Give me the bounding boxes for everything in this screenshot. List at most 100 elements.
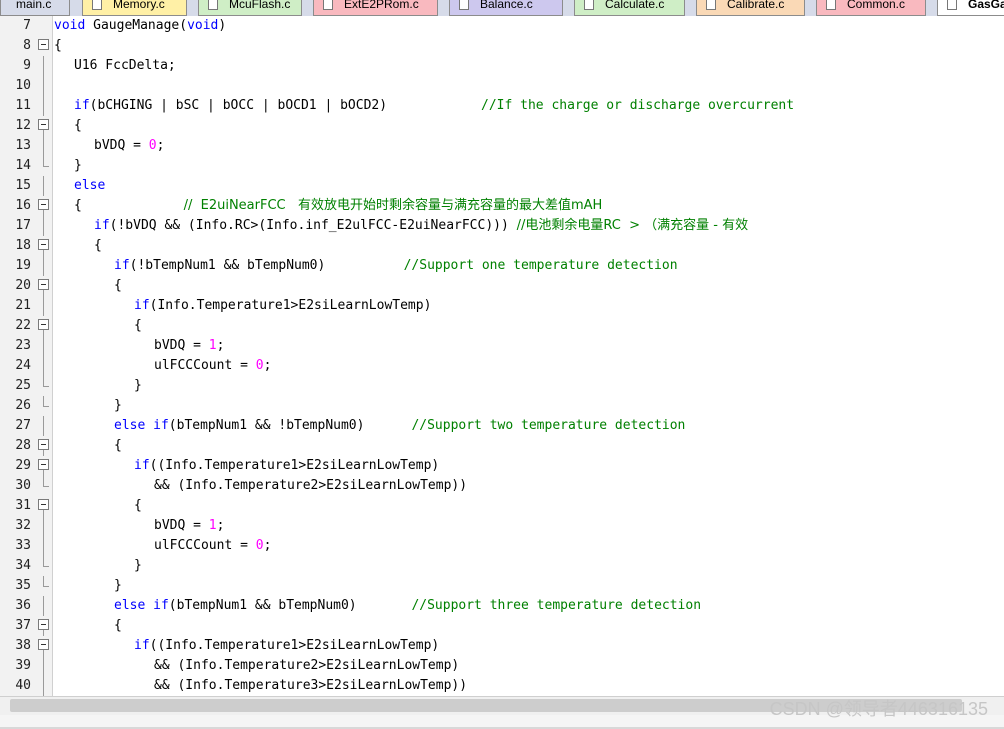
- minus-box-icon[interactable]: [38, 119, 49, 130]
- code-line[interactable]: 37 {: [0, 616, 1004, 636]
- collapse-icon[interactable]: [38, 196, 51, 216]
- tab-mcuflash-c[interactable]: McuFlash.c: [198, 0, 302, 16]
- code-line[interactable]: 23 bVDQ = 1;: [0, 336, 1004, 356]
- code-token: bVDQ =: [154, 338, 209, 353]
- code-text: {: [54, 436, 122, 456]
- code-line[interactable]: 34}: [0, 556, 1004, 576]
- code-line[interactable]: 7 void GaugeManage(void): [0, 16, 1004, 36]
- code-token: ): [218, 18, 227, 33]
- code-line[interactable]: 18 {: [0, 236, 1004, 256]
- code-line[interactable]: 17 if(!bVDQ && (Info.RC>(Info.inf_E2ulFCC…: [0, 216, 1004, 236]
- minus-box-icon[interactable]: [38, 199, 49, 210]
- collapse-icon[interactable]: [38, 436, 51, 456]
- code-token: {: [114, 618, 122, 633]
- minus-box-icon[interactable]: [38, 439, 49, 450]
- collapse-icon[interactable]: [38, 316, 51, 336]
- tab-calibrate-c[interactable]: Calibrate.c: [696, 0, 805, 16]
- tab-main-c[interactable]: main.c: [0, 0, 70, 16]
- code-line[interactable]: 19 if(!bTempNum1 && bTempNum0) //Support …: [0, 256, 1004, 276]
- code-line[interactable]: 36 else if(bTempNum1 && bTempNum0) //Supp…: [0, 596, 1004, 616]
- fold-guide: [38, 656, 51, 676]
- code-line[interactable]: 13 bVDQ = 0;: [0, 136, 1004, 156]
- collapse-icon[interactable]: [38, 456, 51, 476]
- fold-guide: [38, 676, 51, 696]
- minus-box-icon[interactable]: [38, 499, 49, 510]
- file-icon: [459, 0, 469, 10]
- collapse-icon[interactable]: [38, 636, 51, 656]
- code-line[interactable]: 40 && (Info.Temperature3>E2siLearnLowTemp…: [0, 676, 1004, 696]
- code-line[interactable]: 39 && (Info.Temperature2>E2siLearnLowTemp…: [0, 656, 1004, 676]
- collapse-icon[interactable]: [38, 276, 51, 296]
- code-token: bVDQ =: [154, 518, 209, 533]
- fold-guide: [38, 16, 51, 36]
- line-number: 39: [15, 658, 31, 673]
- code-line[interactable]: 28 {: [0, 436, 1004, 456]
- minus-box-icon[interactable]: [38, 639, 49, 650]
- code-editor[interactable]: 7 void GaugeManage(void) 8{9 U16 FccDelta; 1…: [0, 16, 1004, 696]
- code-line[interactable]: 24 ulFCCCount = 0;: [0, 356, 1004, 376]
- code-line[interactable]: 22 {: [0, 316, 1004, 336]
- code-text: {: [54, 236, 102, 256]
- comment-token: //Support one temperature detection: [403, 258, 678, 273]
- line-number: 21: [15, 298, 31, 313]
- line-number: 8: [23, 38, 31, 53]
- code-text: else if(bTempNum1 && !bTempNum0) //Suppo…: [54, 416, 685, 436]
- minus-box-icon[interactable]: [38, 459, 49, 470]
- code-text: && (Info.Temperature3>E2siLearnLowTemp)): [54, 676, 467, 696]
- code-token: ;: [156, 138, 165, 153]
- tab-exte2prom-c[interactable]: ExtE2PRom.c: [313, 0, 438, 16]
- minus-box-icon[interactable]: [38, 239, 49, 250]
- code-line[interactable]: 16 { // E2uiNearFCC 有效放电开始时剩余容量与满充容量的最大差值…: [0, 196, 1004, 216]
- fold-guide: [38, 216, 51, 236]
- code-line[interactable]: 12 {: [0, 116, 1004, 136]
- code-line[interactable]: 11 if(bCHGING | bSC | bOCC | bOCD1 | bOCD…: [0, 96, 1004, 116]
- code-token: {: [74, 118, 82, 133]
- collapse-icon[interactable]: [38, 236, 51, 256]
- code-line[interactable]: 21 if(Info.Temperature1>E2siLearnLowTemp): [0, 296, 1004, 316]
- code-line[interactable]: 15 else: [0, 176, 1004, 196]
- tab-label: main.c: [16, 0, 52, 11]
- collapse-icon[interactable]: [38, 116, 51, 136]
- tab-balance-c[interactable]: Balance.c: [449, 0, 563, 16]
- code-line[interactable]: 35}: [0, 576, 1004, 596]
- code-text: if((Info.Temperature1>E2siLearnLowTemp): [54, 456, 439, 476]
- code-token: {: [74, 198, 184, 213]
- tab-label: McuFlash.c: [229, 0, 291, 11]
- code-line[interactable]: 33 ulFCCCount = 0;: [0, 536, 1004, 556]
- file-icon: [323, 0, 333, 10]
- code-line[interactable]: 31 {: [0, 496, 1004, 516]
- tab-calculate-c[interactable]: Calculate.c: [574, 0, 685, 16]
- minus-box-icon[interactable]: [38, 619, 49, 630]
- code-line[interactable]: 10: [0, 76, 1004, 96]
- code-line[interactable]: 30 && (Info.Temperature2>E2siLearnLowTemp…: [0, 476, 1004, 496]
- code-token: (!bVDQ && (Info.RC>(Info.inf_E2ulFCC-E2u…: [109, 218, 517, 233]
- code-line[interactable]: 29 if((Info.Temperature1>E2siLearnLowTemp…: [0, 456, 1004, 476]
- collapse-icon[interactable]: [38, 616, 51, 636]
- code-line[interactable]: 38 if((Info.Temperature1>E2siLearnLowTemp…: [0, 636, 1004, 656]
- code-token: (bTempNum1 && bTempNum0): [168, 598, 412, 613]
- code-line[interactable]: 14}: [0, 156, 1004, 176]
- file-icon: [208, 0, 218, 10]
- line-number: 11: [15, 98, 31, 113]
- minus-box-icon[interactable]: [38, 319, 49, 330]
- code-line[interactable]: 26}: [0, 396, 1004, 416]
- minus-box-icon[interactable]: [38, 279, 49, 290]
- fold-guide: [38, 596, 51, 616]
- code-token: ulFCCCount =: [154, 538, 256, 553]
- code-line[interactable]: 20 {: [0, 276, 1004, 296]
- code-line[interactable]: 8{: [0, 36, 1004, 56]
- code-line[interactable]: 32 bVDQ = 1;: [0, 516, 1004, 536]
- code-line[interactable]: 25}: [0, 376, 1004, 396]
- code-token: ((Info.Temperature1>E2siLearnLowTemp): [149, 638, 440, 653]
- code-token: (Info.Temperature1>E2siLearnLowTemp): [149, 298, 432, 313]
- code-text: { // E2uiNearFCC 有效放电开始时剩余容量与满充容量的最大差值mA…: [54, 196, 602, 216]
- collapse-icon[interactable]: [38, 36, 51, 56]
- tab-gasga[interactable]: GasGa: [937, 0, 1004, 16]
- tab-common-c[interactable]: Common.c: [816, 0, 926, 16]
- code-line[interactable]: 9 U16 FccDelta;: [0, 56, 1004, 76]
- code-line[interactable]: 27 else if(bTempNum1 && !bTempNum0) //Sup…: [0, 416, 1004, 436]
- minus-box-icon[interactable]: [38, 39, 49, 50]
- fold-guide: [38, 556, 51, 576]
- collapse-icon[interactable]: [38, 496, 51, 516]
- tab-memory-c[interactable]: Memory.c: [82, 0, 187, 16]
